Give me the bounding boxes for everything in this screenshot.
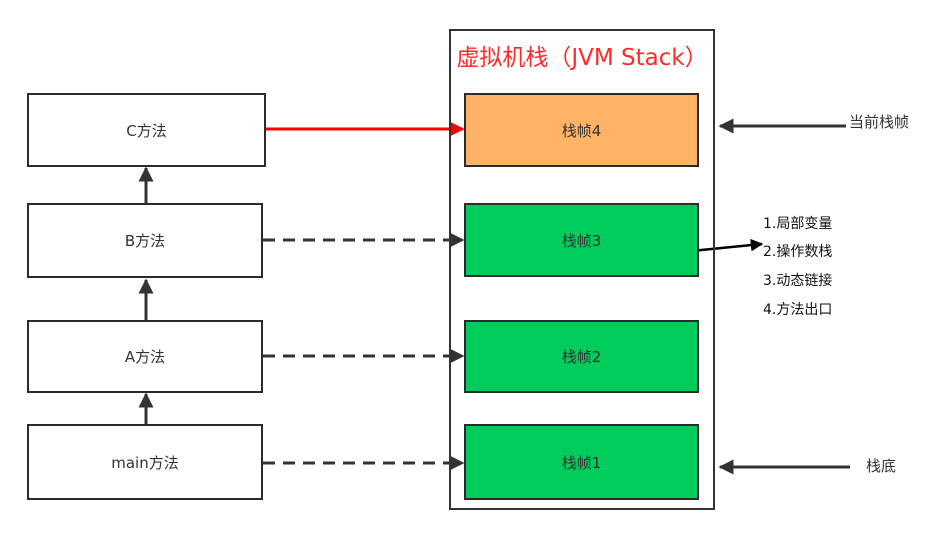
frame-content-operand-stack: 2.操作数栈 (763, 244, 833, 260)
method-b: B方法 (27, 203, 263, 278)
stack-frame-2: 栈帧2 (464, 320, 699, 393)
frame-content-dynamic-linking: 3.动态链接 (763, 273, 833, 289)
current-frame-label: 当前栈帧 (849, 113, 910, 131)
stack-bottom-label: 栈底 (866, 457, 897, 475)
frame-content-local-variables: 1.局部变量 (763, 216, 833, 232)
stack-frame-1: 栈帧1 (464, 424, 699, 500)
method-c: C方法 (27, 93, 266, 167)
method-main: main方法 (27, 424, 263, 500)
stack-frame-4: 栈帧4 (464, 93, 699, 167)
jvm-stack-title: 虚拟机栈（JVM Stack） (456, 45, 708, 71)
stack-frame-3: 栈帧3 (464, 203, 699, 277)
frame-content-return-address: 4.方法出口 (763, 302, 833, 318)
method-a: A方法 (27, 320, 263, 393)
